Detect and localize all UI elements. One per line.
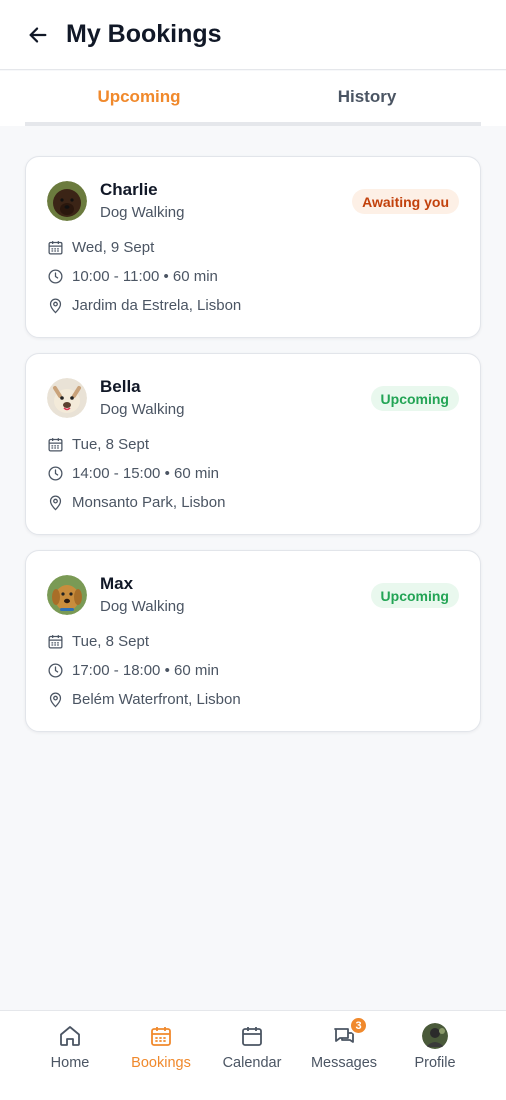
pet-avatar	[47, 575, 87, 615]
bookings-icon	[148, 1023, 174, 1049]
booking-date: Tue, 8 Sept	[72, 632, 149, 650]
nav-calendar[interactable]: Calendar	[202, 1011, 302, 1091]
booking-date: Tue, 8 Sept	[72, 435, 149, 453]
calendar-icon	[46, 238, 64, 256]
booking-time-row: 10:00 - 11:00 • 60 min	[46, 266, 218, 286]
nav-label: Bookings	[131, 1055, 191, 1071]
calendar-icon	[46, 632, 64, 650]
profile-icon-wrapper	[422, 1023, 448, 1049]
app-header: My Bookings	[0, 0, 506, 70]
home-icon	[57, 1023, 83, 1049]
nav-label: Messages	[310, 1055, 378, 1071]
booking-date: Wed, 9 Sept	[72, 238, 155, 256]
service-type: Dog Walking	[100, 204, 185, 221]
booking-location: Belém Waterfront, Lisbon	[72, 690, 241, 708]
location-pin-icon	[46, 690, 64, 708]
bottom-nav: Home Bookings Calendar 3 Messages Profil…	[0, 1010, 506, 1100]
nav-profile[interactable]: Profile	[385, 1011, 485, 1091]
booking-card-max[interactable]: Max Dog Walking Upcoming Tue, 8 Sept 17:…	[25, 550, 481, 732]
pet-name: Charlie	[100, 180, 158, 199]
pet-avatar	[47, 378, 87, 418]
booking-location: Monsanto Park, Lisbon	[72, 493, 226, 511]
nav-messages[interactable]: 3 Messages	[294, 1011, 394, 1091]
booking-location-row: Jardim da Estrela, Lisbon	[46, 295, 241, 315]
service-type: Dog Walking	[100, 598, 185, 615]
booking-time: 14:00 - 15:00 • 60 min	[72, 464, 220, 482]
back-button[interactable]	[26, 23, 50, 47]
pet-name: Max	[100, 574, 134, 593]
page-title: My Bookings	[66, 20, 222, 48]
arrow-left-icon	[29, 26, 47, 43]
nav-bookings[interactable]: Bookings	[111, 1011, 211, 1091]
booking-date-row: Tue, 8 Sept	[46, 434, 149, 454]
booking-time: 10:00 - 11:00 • 60 min	[72, 267, 218, 285]
booking-time-row: 14:00 - 15:00 • 60 min	[46, 463, 219, 483]
nav-home[interactable]: Home	[20, 1011, 120, 1091]
tab-history[interactable]: History	[253, 71, 481, 122]
booking-date-row: Tue, 8 Sept	[46, 631, 149, 651]
booking-date-row: Wed, 9 Sept	[46, 237, 154, 257]
booking-time-row: 17:00 - 18:00 • 60 min	[46, 660, 219, 680]
status-badge: Upcoming	[370, 583, 459, 608]
calendar-icon	[46, 435, 64, 453]
profile-avatar	[422, 1023, 448, 1049]
booking-card-charlie[interactable]: Charlie Dog Walking Awaiting you Wed, 9 …	[25, 156, 481, 338]
clock-icon	[46, 464, 64, 482]
tab-upcoming[interactable]: Upcoming	[25, 71, 253, 122]
booking-card-bella[interactable]: Bella Dog Walking Upcoming Tue, 8 Sept 1…	[25, 353, 481, 535]
status-badge: Awaiting you	[352, 189, 459, 214]
calendar-icon	[239, 1023, 265, 1049]
clock-icon	[46, 267, 64, 285]
pet-avatar	[47, 181, 87, 221]
nav-label: Calendar	[222, 1055, 282, 1071]
service-type: Dog Walking	[100, 401, 185, 418]
location-pin-icon	[46, 493, 64, 511]
nav-label: Profile	[414, 1055, 456, 1071]
booking-tabs: Upcoming History	[0, 71, 506, 126]
status-badge: Upcoming	[370, 386, 459, 411]
booking-location-row: Monsanto Park, Lisbon	[46, 492, 225, 512]
messages-icon: 3	[331, 1016, 368, 1049]
booking-time: 17:00 - 18:00 • 60 min	[72, 661, 220, 679]
unread-count-badge: 3	[349, 1016, 368, 1035]
pet-name: Bella	[100, 377, 141, 396]
booking-location: Jardim da Estrela, Lisbon	[72, 296, 242, 314]
nav-label: Home	[50, 1055, 90, 1071]
location-pin-icon	[46, 296, 64, 314]
tab-indicator-track	[25, 122, 481, 126]
clock-icon	[46, 661, 64, 679]
booking-location-row: Belém Waterfront, Lisbon	[46, 689, 241, 709]
